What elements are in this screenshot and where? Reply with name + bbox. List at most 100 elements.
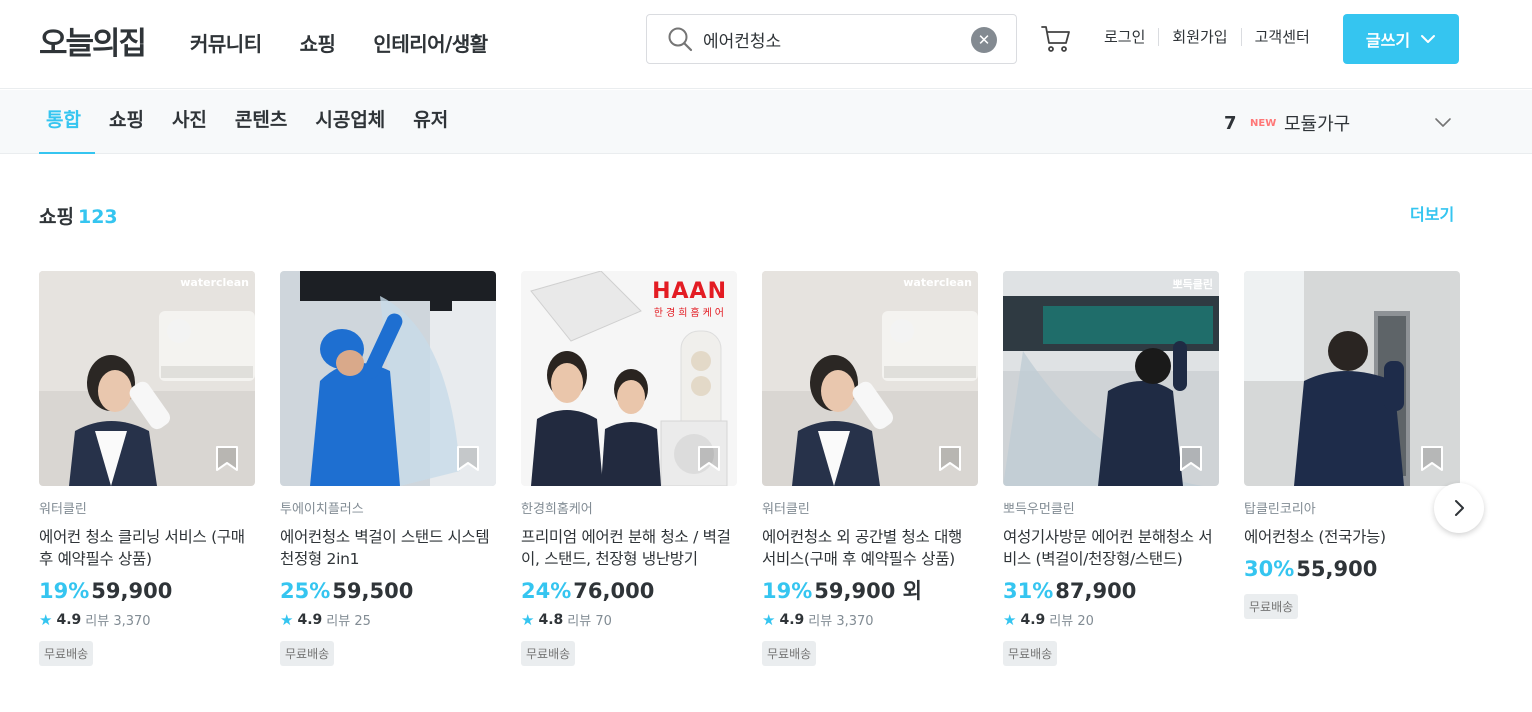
chevron-down-icon bbox=[1435, 118, 1451, 127]
product-brand: 워터클린 bbox=[762, 502, 810, 517]
tab-content[interactable]: 콘텐츠 bbox=[221, 90, 301, 154]
product-card[interactable]: 탑클린코리아 에어컨청소 (전국가능) 30%55,900 무료배송 bbox=[1244, 271, 1460, 666]
star-icon: ★ bbox=[521, 610, 535, 629]
product-thumbnail: 뽀득클린 bbox=[1003, 271, 1219, 486]
rating-score: 4.9 bbox=[1020, 611, 1046, 628]
free-shipping-badge: 무료배송 bbox=[39, 641, 94, 666]
product-card[interactable]: waterclean 워터클린 에어컨 청소 클리닝 서비스 (구매 후 예약필… bbox=[39, 271, 255, 666]
product-thumbnail bbox=[280, 271, 496, 486]
rank-keyword: 모듈가구 bbox=[1284, 114, 1351, 135]
review-count: 리뷰 3,370 bbox=[85, 614, 151, 629]
rating-row: ★ 4.9 리뷰 25 bbox=[280, 610, 496, 630]
search-icon bbox=[668, 27, 693, 52]
search-box: ✕ bbox=[646, 14, 1017, 64]
search-tabs-bar: 통합 쇼핑 사진 콘텐츠 시공업체 유저 7 NEW 모듈가구 bbox=[0, 90, 1532, 154]
rating-row: ★ 4.9 리뷰 20 bbox=[1003, 610, 1219, 630]
bookmark-icon[interactable] bbox=[1179, 446, 1203, 472]
rating-row: ★ 4.9 리뷰 3,370 bbox=[762, 610, 978, 630]
nav-interior[interactable]: 인테리어/생활 bbox=[373, 28, 488, 57]
rating-score: 4.9 bbox=[56, 611, 82, 628]
product-name[interactable]: 프리미엄 에어컨 분해 청소 / 벽걸이, 스탠드, 천장형 냉난방기 bbox=[521, 526, 737, 570]
chevron-right-icon bbox=[1455, 500, 1464, 516]
product-price: 59,900 bbox=[91, 579, 173, 603]
search-input[interactable] bbox=[703, 25, 963, 53]
tab-contractor[interactable]: 시공업체 bbox=[301, 90, 399, 154]
clear-search-icon[interactable]: ✕ bbox=[971, 27, 997, 53]
write-button[interactable]: 글쓰기 bbox=[1343, 14, 1459, 64]
signup-link[interactable]: 회원가입 bbox=[1158, 28, 1240, 46]
main-nav: 커뮤니티 쇼핑 인테리어/생활 bbox=[190, 28, 488, 57]
product-thumbnail: waterclean bbox=[762, 271, 978, 486]
star-icon: ★ bbox=[280, 610, 294, 629]
price-row: 30%55,900 bbox=[1244, 556, 1460, 582]
tab-photo[interactable]: 사진 bbox=[158, 90, 221, 154]
discount-rate: 30% bbox=[1244, 557, 1295, 581]
price-row: 25%59,500 bbox=[280, 578, 496, 604]
brand-watermark: waterclean bbox=[180, 276, 249, 289]
product-price: 59,900 외 bbox=[814, 579, 922, 603]
brand-watermark: 뽀득클린 bbox=[1172, 278, 1213, 291]
customer-center-link[interactable]: 고객센터 bbox=[1240, 28, 1323, 46]
product-name[interactable]: 여성기사방문 에어컨 분해청소 서비스 (벽걸이/천장형/스탠드) bbox=[1003, 526, 1219, 570]
logo[interactable]: 오늘의집 bbox=[39, 18, 147, 63]
section-title: 쇼핑 123 bbox=[39, 202, 118, 229]
rating-row: ★ 4.9 리뷰 3,370 bbox=[39, 610, 255, 630]
user-menu: 로그인 회원가입 고객센터 bbox=[1104, 28, 1323, 46]
product-thumbnail bbox=[1244, 271, 1460, 486]
tab-all[interactable]: 통합 bbox=[39, 90, 95, 154]
product-price: 55,900 bbox=[1296, 557, 1378, 581]
discount-rate: 19% bbox=[39, 579, 90, 603]
product-brand: 탑클린코리아 bbox=[1244, 502, 1316, 517]
review-count: 리뷰 25 bbox=[326, 614, 371, 629]
nav-shopping[interactable]: 쇼핑 bbox=[300, 28, 336, 57]
product-price: 76,000 bbox=[573, 579, 655, 603]
product-brand: 워터클린 bbox=[39, 502, 87, 517]
product-card[interactable]: 뽀득클린 뽀득우먼클린 여성기사방문 에어컨 분해청소 서비스 (벽걸이/천장형… bbox=[1003, 271, 1219, 666]
product-name[interactable]: 에어컨청소 (전국가능) bbox=[1244, 526, 1460, 548]
product-card[interactable]: HAAN 한경희홈케어 한경희홈케어 프리미엄 에어컨 분해 청소 / 벽걸이,… bbox=[521, 271, 737, 666]
product-thumbnail: waterclean bbox=[39, 271, 255, 486]
bookmark-icon[interactable] bbox=[697, 446, 721, 472]
tab-shopping[interactable]: 쇼핑 bbox=[95, 90, 158, 154]
review-count: 리뷰 70 bbox=[567, 614, 612, 629]
product-name[interactable]: 에어컨청소 벽걸이 스탠드 시스템 천정형 2in1 bbox=[280, 526, 496, 570]
product-price: 59,500 bbox=[332, 579, 414, 603]
free-shipping-badge: 무료배송 bbox=[280, 641, 335, 666]
star-icon: ★ bbox=[39, 610, 53, 629]
new-badge: NEW bbox=[1250, 117, 1277, 129]
cart-icon[interactable] bbox=[1040, 22, 1072, 54]
chevron-down-icon bbox=[1421, 35, 1436, 43]
brand-watermark-logo: HAAN bbox=[652, 279, 727, 304]
rating-score: 4.9 bbox=[297, 611, 323, 628]
free-shipping-badge: 무료배송 bbox=[521, 641, 576, 666]
bookmark-icon[interactable] bbox=[215, 446, 239, 472]
carousel-next-button[interactable] bbox=[1434, 483, 1484, 533]
more-link[interactable]: 더보기 bbox=[1410, 201, 1454, 225]
tab-user[interactable]: 유저 bbox=[399, 90, 462, 154]
bookmark-icon[interactable] bbox=[456, 446, 480, 472]
search-tabs: 통합 쇼핑 사진 콘텐츠 시공업체 유저 bbox=[39, 90, 462, 154]
free-shipping-badge: 무료배송 bbox=[1244, 594, 1299, 619]
login-link[interactable]: 로그인 bbox=[1104, 28, 1158, 46]
product-brand: 뽀득우먼클린 bbox=[1003, 502, 1075, 517]
bookmark-icon[interactable] bbox=[938, 446, 962, 472]
brand-watermark-sub: 한경희홈케어 bbox=[653, 308, 727, 319]
product-card[interactable]: waterclean 워터클린 에어컨청소 외 공간별 청소 대행 서비스(구매… bbox=[762, 271, 978, 666]
product-name[interactable]: 에어컨 청소 클리닝 서비스 (구매 후 예약필수 상품) bbox=[39, 526, 255, 570]
free-shipping-badge: 무료배송 bbox=[1003, 641, 1058, 666]
price-row: 19%59,900 외 bbox=[762, 578, 978, 604]
product-price: 87,900 bbox=[1055, 579, 1137, 603]
popular-keyword-ranking[interactable]: 7 NEW 모듈가구 bbox=[1224, 110, 1452, 136]
top-header: 오늘의집 커뮤니티 쇼핑 인테리어/생활 ✕ 로그인 회원가입 고객센터 글쓰기 bbox=[0, 0, 1532, 89]
product-card[interactable]: 투에이치플러스 에어컨청소 벽걸이 스탠드 시스템 천정형 2in1 25%59… bbox=[280, 271, 496, 666]
star-icon: ★ bbox=[1003, 610, 1017, 629]
nav-community[interactable]: 커뮤니티 bbox=[190, 28, 262, 57]
product-brand: 투에이치플러스 bbox=[280, 502, 364, 517]
write-button-label: 글쓰기 bbox=[1365, 31, 1411, 50]
rating-score: 4.8 bbox=[538, 611, 564, 628]
discount-rate: 24% bbox=[521, 579, 572, 603]
product-brand: 한경희홈케어 bbox=[521, 502, 593, 517]
bookmark-icon[interactable] bbox=[1420, 446, 1444, 472]
product-name[interactable]: 에어컨청소 외 공간별 청소 대행 서비스(구매 후 예약필수 상품) bbox=[762, 526, 978, 570]
brand-watermark: HAAN 한경희홈케어 bbox=[652, 279, 727, 319]
